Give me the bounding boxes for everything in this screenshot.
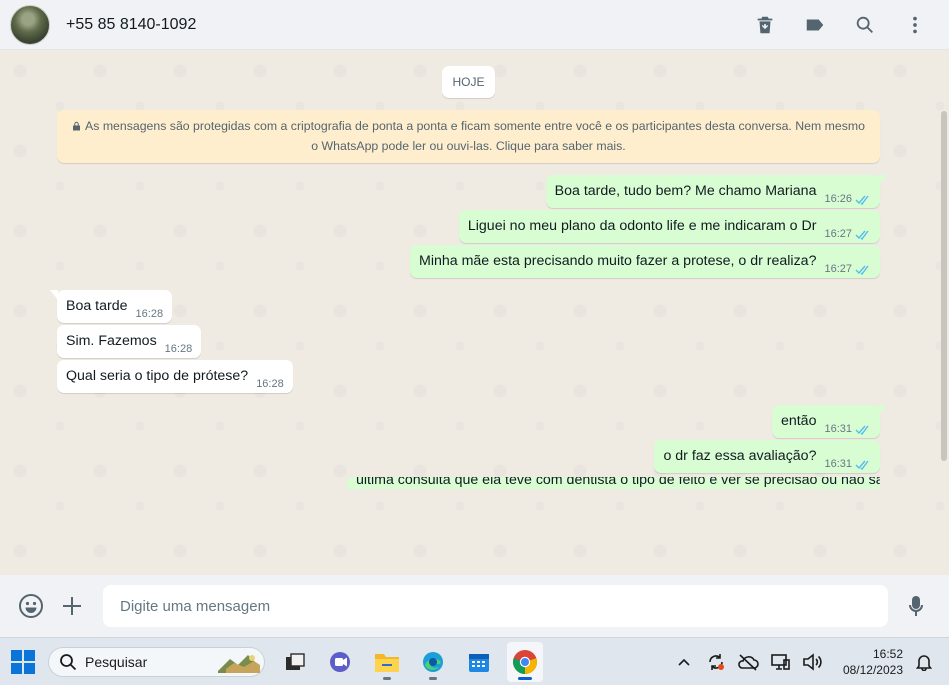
message-bubble-outgoing[interactable]: então 16:31 [771, 405, 887, 438]
day-chip: HOJE [442, 66, 495, 98]
calendar-icon[interactable] [461, 642, 497, 682]
message-bubble-outgoing[interactable]: Minha mãe esta precisando muito fazer a … [410, 245, 880, 278]
message-text: Liguei no meu plano da odonto life e me … [467, 218, 817, 234]
taskbar-apps [277, 641, 543, 682]
clock-date: 08/12/2023 [842, 663, 903, 677]
message-bubble-incoming[interactable]: Sim. Fazemos 16:28 [57, 325, 202, 358]
taskbar-clock[interactable]: 16:52 08/12/2023 [837, 646, 903, 678]
microphone-icon[interactable] [902, 592, 930, 620]
message-text-partial: última consulta que ela teve com dentist… [356, 477, 880, 488]
message-time: 16:26 [824, 193, 852, 205]
label-icon[interactable] [803, 13, 827, 37]
search-icon[interactable] [853, 13, 877, 37]
encryption-notice[interactable]: As mensagens são protegidas com a cripto… [57, 110, 880, 163]
system-tray: 16:52 08/12/2023 [663, 638, 949, 685]
message-bubble-outgoing[interactable]: o dr faz essa avaliação? 16:31 [654, 440, 880, 473]
cloud-offline-icon[interactable] [737, 651, 759, 673]
read-ticks-icon [855, 425, 869, 435]
volume-icon[interactable] [801, 651, 823, 673]
message-time: 16:27 [824, 263, 852, 275]
network-icon[interactable] [769, 651, 791, 673]
chat-header: +55 85 8140-1092 [0, 0, 949, 50]
contact-avatar[interactable] [10, 4, 50, 45]
lock-icon [73, 121, 81, 131]
edge-browser-icon[interactable] [415, 642, 451, 682]
message-text: então [780, 413, 817, 429]
chat-messages-area[interactable]: HOJE As mensagens são protegidas com a c… [0, 51, 949, 575]
read-ticks-icon [855, 195, 869, 205]
read-ticks-icon [855, 230, 869, 240]
encryption-notice-text: As mensagens são protegidas com a cripto… [85, 119, 865, 153]
message-bubble-outgoing[interactable]: Boa tarde, tudo bem? Me chamo Mariana 16… [545, 175, 887, 208]
contact-name[interactable]: +55 85 8140-1092 [66, 16, 196, 34]
sync-icon[interactable] [705, 651, 727, 673]
task-view-icon[interactable] [277, 642, 313, 682]
file-explorer-icon[interactable] [369, 642, 405, 682]
read-ticks-icon [855, 460, 869, 470]
message-time: 16:31 [824, 423, 852, 435]
message-bubble-incoming[interactable]: Qual seria o tipo de prótese? 16:28 [57, 360, 293, 393]
teams-meet-icon[interactable] [323, 642, 359, 682]
message-text: Sim. Fazemos [66, 333, 157, 349]
message-time: 16:31 [824, 458, 852, 470]
chat-scrollbar[interactable] [941, 111, 947, 461]
read-ticks-icon [855, 265, 869, 275]
attach-plus-icon[interactable] [58, 592, 86, 620]
chevron-up-icon[interactable] [673, 651, 695, 673]
emoji-icon[interactable] [17, 592, 45, 620]
message-text: Boa tarde [66, 298, 128, 314]
message-time: 16:28 [164, 343, 193, 355]
message-time: 16:28 [256, 378, 284, 390]
notification-bell-icon[interactable] [913, 651, 935, 673]
message-bubble-outgoing[interactable]: Liguei no meu plano da odonto life e me … [458, 210, 880, 243]
message-time: 16:28 [135, 308, 164, 320]
search-highlight-icon [218, 654, 260, 673]
message-bubble-partial[interactable]: última consulta que ela teve com dentist… [347, 477, 880, 489]
clock-time: 16:52 [872, 647, 903, 661]
search-icon [60, 653, 77, 670]
message-text: Qual seria o tipo de prótese? [66, 368, 249, 384]
windows-taskbar: Pesquisar 16:52 08/12/2023 [0, 637, 949, 685]
taskbar-search[interactable]: Pesquisar [48, 646, 265, 677]
windows-start-icon[interactable] [11, 649, 35, 674]
message-text: Boa tarde, tudo bem? Me chamo Mariana [554, 183, 817, 199]
message-text: o dr faz essa avaliação? [663, 448, 817, 464]
message-input[interactable] [103, 585, 888, 627]
message-text: Minha mãe esta precisando muito fazer a … [419, 253, 817, 269]
chrome-browser-icon[interactable] [507, 641, 543, 682]
message-bubble-incoming[interactable]: Boa tarde 16:28 [50, 290, 173, 323]
delete-chat-icon[interactable] [753, 13, 777, 37]
search-label: Pesquisar [85, 653, 148, 670]
header-actions [753, 0, 927, 50]
message-composer [0, 575, 949, 637]
menu-icon[interactable] [903, 13, 927, 37]
message-time: 16:27 [824, 228, 852, 240]
